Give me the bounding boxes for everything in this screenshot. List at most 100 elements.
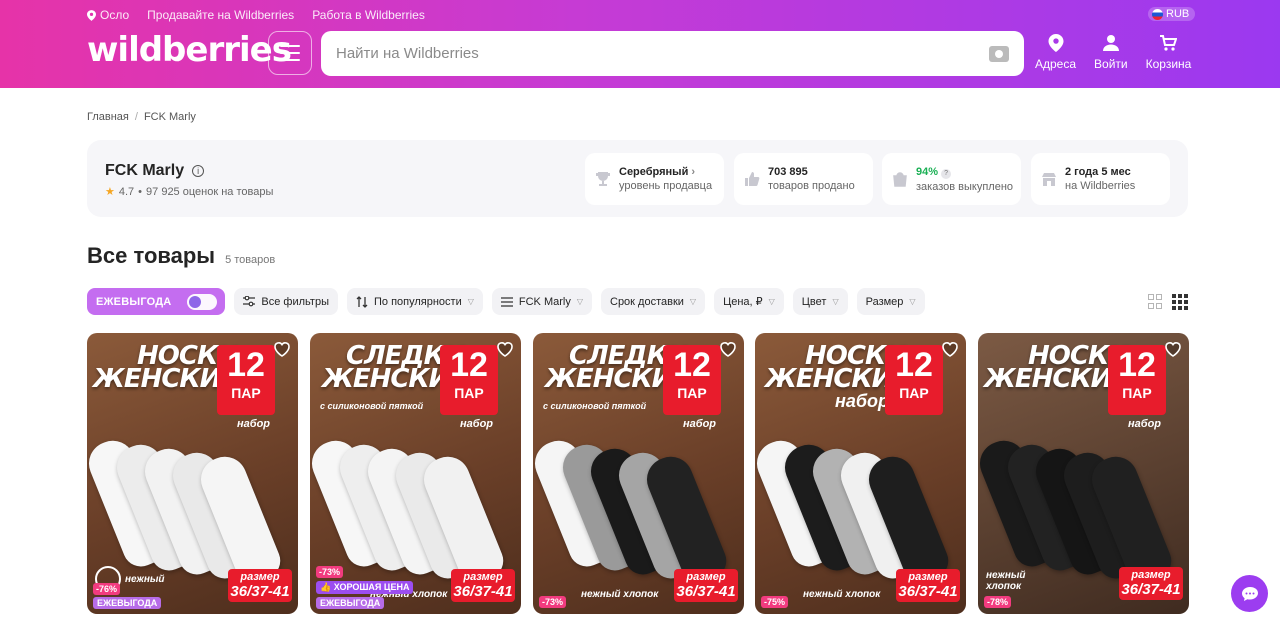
size-value: 36/37-41 — [230, 583, 290, 600]
menu-line — [280, 59, 300, 61]
nav-cart[interactable]: Корзина — [1146, 34, 1191, 71]
sliders-icon — [243, 296, 256, 307]
heart-icon[interactable] — [1164, 340, 1182, 358]
chat-button[interactable] — [1231, 575, 1268, 612]
grid-cell — [1172, 300, 1176, 304]
set-label: набор — [683, 418, 717, 430]
product-card[interactable]: НОСКИ ЖЕНСКИЕ 12 ПАР набор нежный размер 36… — [87, 333, 298, 614]
stat-level[interactable]: Серебряный › уровень продавца — [585, 153, 724, 205]
question-icon[interactable]: ? — [941, 168, 952, 179]
sell-link[interactable]: Продавайте на Wildberries — [147, 8, 294, 22]
menu-button[interactable] — [268, 31, 312, 75]
grid-large-icon[interactable] — [1148, 294, 1162, 310]
pack-badge: 12 ПАР — [217, 345, 275, 415]
location-pin-icon — [87, 9, 96, 21]
stat-level-label: уровень продавца — [619, 180, 713, 192]
filter-brand-dropdown[interactable]: FCK Marly ▽ — [491, 288, 592, 315]
section-title: Все товары 5 товаров — [87, 243, 275, 269]
filter-delivery-label: Срок доставки — [610, 295, 684, 308]
currency-label: RUB — [1166, 8, 1190, 20]
nav-addresses[interactable]: Адреса — [1035, 34, 1076, 71]
filter-delivery-dropdown[interactable]: Срок доставки ▽ — [601, 288, 706, 315]
chevron-down-icon: ▽ — [576, 297, 583, 306]
grid-cell — [1184, 306, 1188, 310]
thumbs-up-icon — [745, 172, 760, 186]
size-label: размер — [908, 571, 948, 583]
size-value: 36/37-41 — [676, 583, 736, 600]
stat-buyout-value: 94%? — [916, 166, 1013, 179]
pack-number: 12 — [227, 346, 265, 384]
product-card[interactable]: НОСКИ ЖЕНСКИЕ 12 ПАР набор нежный хлопок р… — [978, 333, 1189, 614]
size-badge: размер 36/37-41 — [228, 569, 292, 602]
stat-sold: 703 895 товаров продано — [734, 153, 873, 205]
size-label: размер — [463, 571, 503, 583]
filter-price-dropdown[interactable]: Цена, ₽ ▽ — [714, 288, 784, 315]
camera-search-icon[interactable] — [989, 45, 1009, 62]
filter-color-label: Цвет — [801, 295, 827, 308]
filter-size-label: Размер — [865, 295, 904, 308]
cotton-label: нежный хлопок — [581, 589, 659, 600]
grid-cell — [1178, 294, 1182, 298]
rating-dot: • — [138, 185, 143, 198]
search-bar — [321, 31, 1024, 76]
heart-icon[interactable] — [941, 340, 959, 358]
seller-name: FCK Marly i — [105, 162, 205, 180]
heart-icon[interactable] — [496, 340, 514, 358]
filter-color-dropdown[interactable]: Цвет ▽ — [792, 288, 848, 315]
cart-icon — [1160, 35, 1178, 51]
set-label: набор — [1128, 418, 1162, 430]
filter-all-button[interactable]: Все фильтры — [234, 288, 338, 315]
nav-login[interactable]: Войти — [1094, 34, 1128, 71]
chevron-down-icon: ▽ — [467, 297, 474, 306]
stat-level-value: Серебряный › — [619, 166, 712, 178]
location-link[interactable]: Осло — [87, 8, 129, 22]
set-label: набор — [237, 418, 271, 430]
breadcrumb-home[interactable]: Главная — [87, 111, 129, 123]
info-icon[interactable]: i — [192, 165, 205, 177]
grid-cell — [1178, 306, 1182, 310]
currency-switch[interactable]: RUB — [1148, 7, 1196, 21]
location-label: Осло — [100, 8, 130, 22]
heart-icon[interactable] — [273, 340, 291, 358]
cotton-badge: нежный хлопок — [803, 589, 880, 600]
size-badge: размер 36/37-41 — [451, 569, 515, 602]
pack-badge: 12 ПАР — [885, 345, 943, 415]
grid-cell — [1184, 294, 1188, 298]
logo[interactable]: wildberries — [87, 30, 292, 70]
star-icon: ★ — [105, 186, 115, 198]
work-link[interactable]: Работа в Wildberries — [312, 8, 425, 22]
pack-unit: ПАР — [677, 385, 707, 401]
stat-sold-value: 703 895 — [768, 166, 808, 178]
grid-cell — [1156, 303, 1162, 309]
good-price-tag: 👍 ХОРОШАЯ ЦЕНА — [316, 581, 414, 594]
discount-badge: -73% — [316, 566, 344, 578]
grid-cell — [1178, 300, 1182, 304]
discount-badge: -78% — [984, 596, 1012, 608]
search-input[interactable] — [336, 45, 989, 62]
socks-illustration — [533, 428, 733, 588]
breadcrumb-separator: / — [134, 111, 138, 123]
product-card[interactable]: НОСКИ ЖЕНСКИЕ набор 12 ПАР нежный хлопок р… — [755, 333, 966, 614]
filter-size-dropdown[interactable]: Размер ▽ — [856, 288, 925, 315]
header: Осло Продавайте на Wildberries Работа в … — [0, 0, 1280, 88]
grid-cell — [1172, 294, 1176, 298]
filter-sort-dropdown[interactable]: По популярности ▽ — [346, 288, 483, 315]
stat-age-label: на Wildberries — [1065, 180, 1136, 192]
pack-unit: ПАР — [1122, 385, 1152, 401]
grid-cell — [1148, 303, 1154, 309]
sort-icon — [356, 295, 368, 308]
product-card[interactable]: СЛЕДКИ ЖЕНСКИЕ с силиконовой пяткой 12 ПАР… — [533, 333, 744, 614]
filters-bar: ЕЖЕВЫГОДА Все фильтры По популярности ▽ … — [87, 288, 925, 315]
location-pin-icon — [1048, 34, 1064, 52]
stat-buyout-text: 94% — [916, 165, 939, 178]
product-card[interactable]: СЛЕДКИ ЖЕНСКИЕ с силиконовой пяткой 12 ПАР… — [310, 333, 521, 614]
cotton-badge: нежный хлопок — [986, 570, 1046, 592]
grid-small-icon[interactable] — [1172, 294, 1188, 310]
reviews-count[interactable]: 97 925 оценок на товары — [146, 186, 273, 198]
stat-buyout: 94%? заказов выкуплено — [882, 153, 1021, 205]
thumbs-up-icon: 👍 — [320, 582, 332, 592]
size-badge: размер 36/37-41 — [896, 569, 960, 602]
heart-icon[interactable] — [719, 340, 737, 358]
toggle-switch[interactable] — [187, 293, 218, 310]
filter-promo-toggle[interactable]: ЕЖЕВЫГОДА — [87, 288, 226, 315]
